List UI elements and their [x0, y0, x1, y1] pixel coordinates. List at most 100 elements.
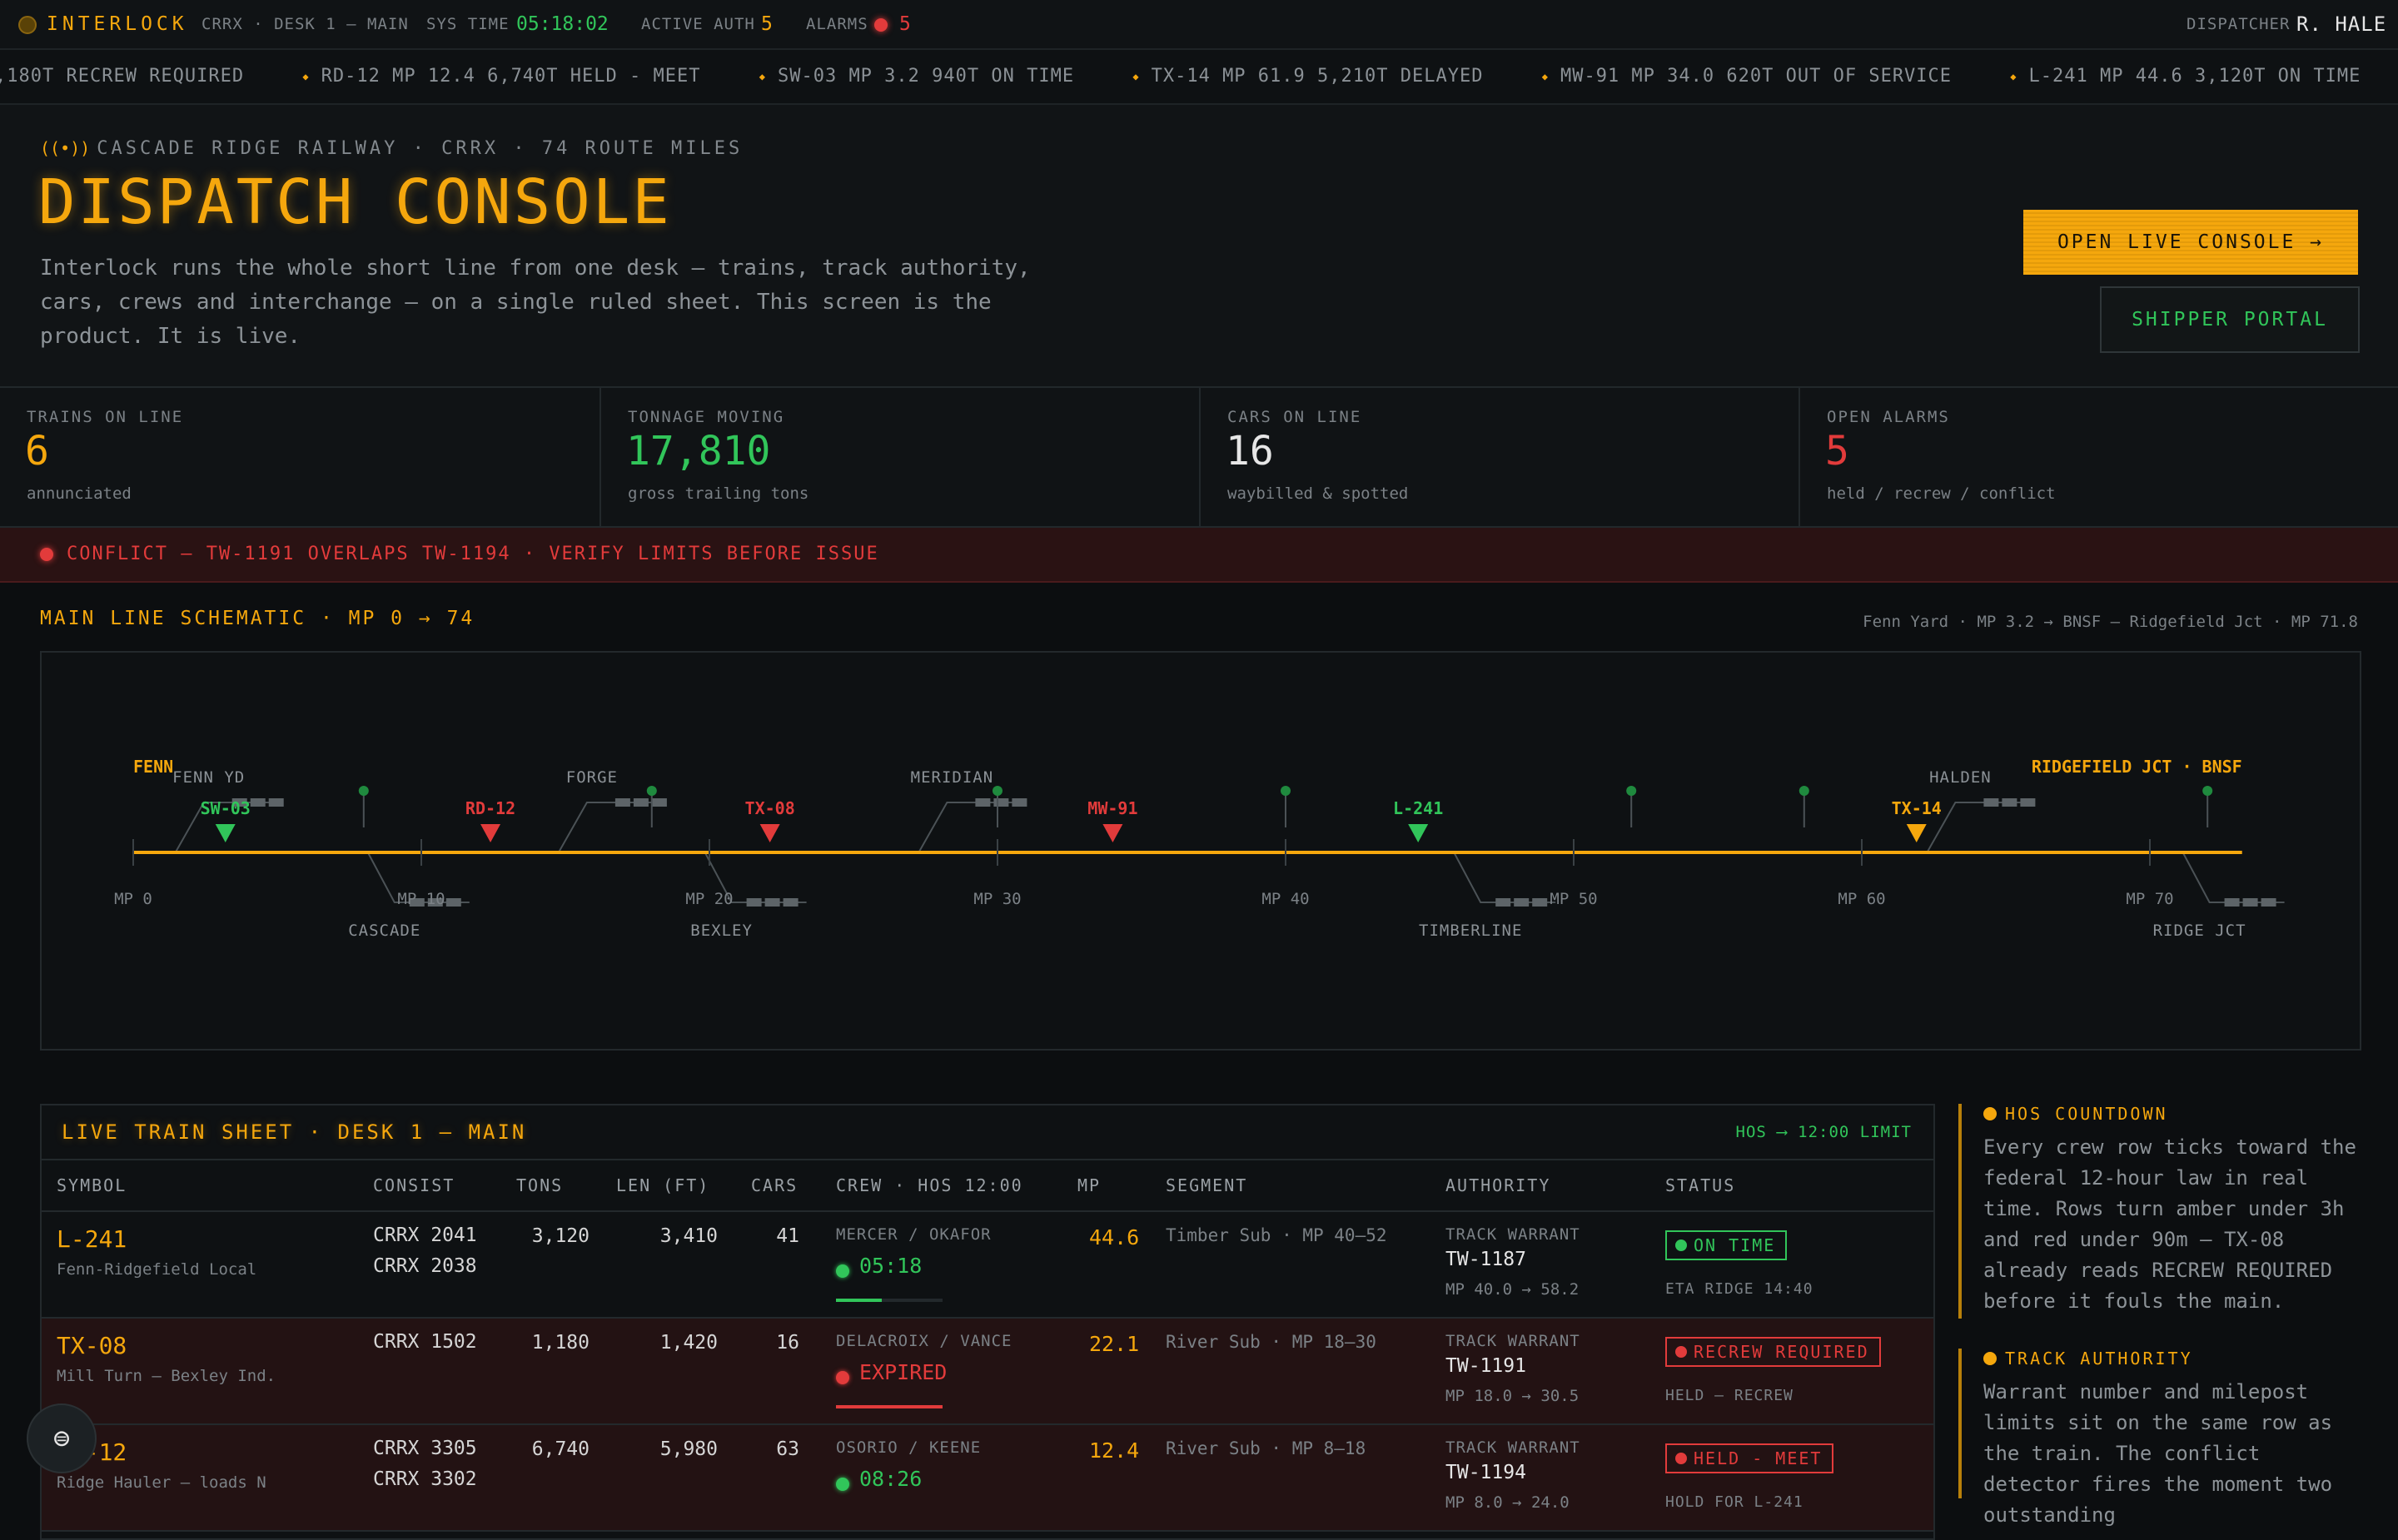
- train-marker-icon: [1408, 824, 1429, 842]
- siding-car: [783, 898, 799, 907]
- top-status-bar: INTERLOCK CRRX · DESK 1 — MAIN SYS TIME …: [0, 0, 2398, 50]
- siding-track: [558, 802, 662, 853]
- status-badge[interactable]: HELD - MEET: [1665, 1443, 1834, 1473]
- stat-sub: waybilled & spotted: [1227, 484, 1409, 503]
- siding-label: BEXLEY: [690, 922, 753, 940]
- siding-label: CASCADE: [348, 922, 420, 940]
- length-value: 5,980: [659, 1438, 718, 1460]
- ticker-track: ,180T RECREW REQUIRED ◆ RD-12 MP 12.4 6,7…: [0, 50, 2398, 103]
- table-row[interactable]: L-241 Fenn-Ridgefield Local CRRX 2041 CR…: [42, 1212, 1933, 1319]
- train-marker-icon: [1102, 824, 1123, 842]
- signal-lamp-icon: [646, 786, 657, 796]
- siding-track: [918, 802, 1022, 853]
- siding-car: [2261, 898, 2276, 907]
- cars-value: 16: [776, 1332, 799, 1354]
- hos-status-dot-icon: [836, 1475, 849, 1491]
- siding-car: [1012, 798, 1027, 807]
- authority-range: MP 40.0 → 58.2: [1445, 1280, 1580, 1299]
- col-length[interactable]: LEN (FT): [616, 1160, 709, 1210]
- crew-names: DELACROIX / VANCE: [836, 1332, 1012, 1350]
- hero-section: ((•)) CASCADE RIDGE RAILWAY · CRRX · 74 R…: [0, 105, 2398, 388]
- siding-car: [651, 798, 667, 807]
- dispatcher-name[interactable]: R. HALE: [2296, 0, 2386, 48]
- authority-type: TRACK WARRANT: [1445, 1225, 1580, 1244]
- col-status[interactable]: STATUS: [1665, 1160, 1735, 1210]
- col-crew-hos[interactable]: CREW · HOS 12:00: [836, 1160, 1023, 1210]
- col-tons[interactable]: TONS: [516, 1160, 563, 1210]
- siding-track: [2182, 852, 2285, 903]
- train-label: TX-08: [745, 798, 795, 818]
- hos-remaining: 05:18: [859, 1254, 923, 1278]
- hos-limit-note: HOS ⟶ 12:00 LIMIT: [1735, 1123, 1912, 1141]
- col-mp[interactable]: MP: [1077, 1160, 1101, 1210]
- train-description: Ridge Hauler — loads N: [57, 1473, 266, 1492]
- sys-time-value: 05:18:02: [516, 13, 609, 35]
- siding-car: [993, 798, 1009, 807]
- consist-unit: CRRX 3305: [373, 1438, 477, 1459]
- status-badge[interactable]: RECREW REQUIRED: [1665, 1337, 1881, 1367]
- signal-lamp-icon: [993, 786, 1002, 796]
- note-body: Warrant number and milepost limits sit o…: [1983, 1380, 2333, 1527]
- col-cars[interactable]: CARS: [751, 1160, 798, 1210]
- segment-value: River Sub · MP 18–30: [1166, 1332, 1376, 1352]
- main-line-schematic[interactable]: FENN YD FORGE MERIDIAN HALDEN CASCADE BEXLEY T…: [40, 651, 2361, 1051]
- ticker-arrow-icon: ◆: [302, 71, 310, 82]
- train-label: RD-12: [465, 798, 515, 818]
- shipper-portal-button[interactable]: SHIPPER PORTAL: [2100, 286, 2360, 353]
- authority-type: TRACK WARRANT: [1445, 1332, 1580, 1350]
- crew-names: OSORIO / KEENE: [836, 1438, 982, 1457]
- table-row[interactable]: RD-12 Ridge Hauler — loads N CRRX 3305 C…: [42, 1425, 1933, 1532]
- conflict-text: CONFLICT — TW-1191 OVERLAPS TW-1194 · VE…: [67, 544, 879, 564]
- stat-value: 6: [25, 428, 49, 474]
- schematic-svg: FENN YD FORGE MERIDIAN HALDEN CASCADE BEXLEY T…: [114, 757, 2285, 940]
- milepost-value: 22.1: [1089, 1332, 1140, 1356]
- train-symbol[interactable]: TX-08: [57, 1332, 127, 1359]
- status-badge[interactable]: ON TIME: [1665, 1230, 1788, 1260]
- train-symbol[interactable]: L-241: [57, 1225, 127, 1253]
- status-dot-icon: [1675, 1453, 1687, 1464]
- brand-logo-dot-icon: [18, 0, 37, 48]
- milepost-label: MP 10: [397, 890, 445, 908]
- ticker-arrow-icon: ◆: [2010, 71, 2017, 82]
- sheet-title: LIVE TRAIN SHEET · DESK 1 — MAIN: [62, 1120, 527, 1144]
- note-hos-countdown: HOS COUNTDOWN Every crew row ticks towar…: [1958, 1104, 2361, 1319]
- hos-progress-bar: [836, 1299, 943, 1302]
- train-description: Fenn-Ridgefield Local: [57, 1260, 257, 1279]
- milepost-label: MP 30: [973, 890, 1021, 908]
- status-subtext: ETA RIDGE 14:40: [1665, 1280, 1813, 1298]
- siding-car: [764, 898, 780, 907]
- note-dot-icon: [1983, 1352, 1997, 1365]
- col-segment[interactable]: SEGMENT: [1166, 1160, 1247, 1210]
- col-symbol[interactable]: SYMBOL: [57, 1160, 127, 1210]
- line-end-east: RIDGEFIELD JCT · BNSF: [2032, 757, 2242, 777]
- broadcast-icon: ((•)): [40, 138, 91, 158]
- alarms-count[interactable]: 5: [899, 0, 911, 48]
- table-row[interactable]: TX-08 Mill Turn — Bexley Ind. CRRX 1502 …: [42, 1319, 1933, 1425]
- railway-eyebrow: ((•)) CASCADE RIDGE RAILWAY · CRRX · 74 R…: [40, 138, 744, 159]
- authority-number[interactable]: TW-1187: [1445, 1249, 1526, 1270]
- siding-label: TIMBERLINE: [1419, 922, 1522, 940]
- note-track-authority: TRACK AUTHORITY Warrant number and milep…: [1958, 1349, 2361, 1527]
- note-body: Every crew row ticks toward the federal …: [1983, 1135, 2356, 1313]
- col-consist[interactable]: CONSIST: [373, 1160, 455, 1210]
- authority-number[interactable]: TW-1194: [1445, 1462, 1526, 1483]
- chat-bot-icon[interactable]: ⊜: [27, 1403, 97, 1473]
- milepost-value: 12.4: [1089, 1438, 1140, 1463]
- open-live-console-button[interactable]: OPEN LIVE CONSOLE →: [2023, 210, 2358, 275]
- siding-car: [2242, 898, 2258, 907]
- consist-unit: CRRX 2041: [373, 1225, 477, 1246]
- siding-car: [1532, 898, 1548, 907]
- siding-car: [975, 798, 991, 807]
- alert-dot-icon: [40, 548, 53, 561]
- milepost-label: MP 60: [1838, 890, 1885, 908]
- siding-label: FORGE: [566, 768, 618, 787]
- siding-car: [746, 898, 762, 907]
- col-authority[interactable]: AUTHORITY: [1445, 1160, 1550, 1210]
- stat-sub: annunciated: [27, 484, 132, 503]
- siding-car: [1495, 898, 1511, 907]
- signal-lamp-icon: [1626, 786, 1637, 796]
- line-end-west: FENN: [133, 757, 173, 777]
- authority-number[interactable]: TW-1191: [1445, 1355, 1526, 1377]
- conflict-alert-banner[interactable]: CONFLICT — TW-1191 OVERLAPS TW-1194 · VE…: [0, 528, 2398, 583]
- cars-value: 63: [776, 1438, 799, 1460]
